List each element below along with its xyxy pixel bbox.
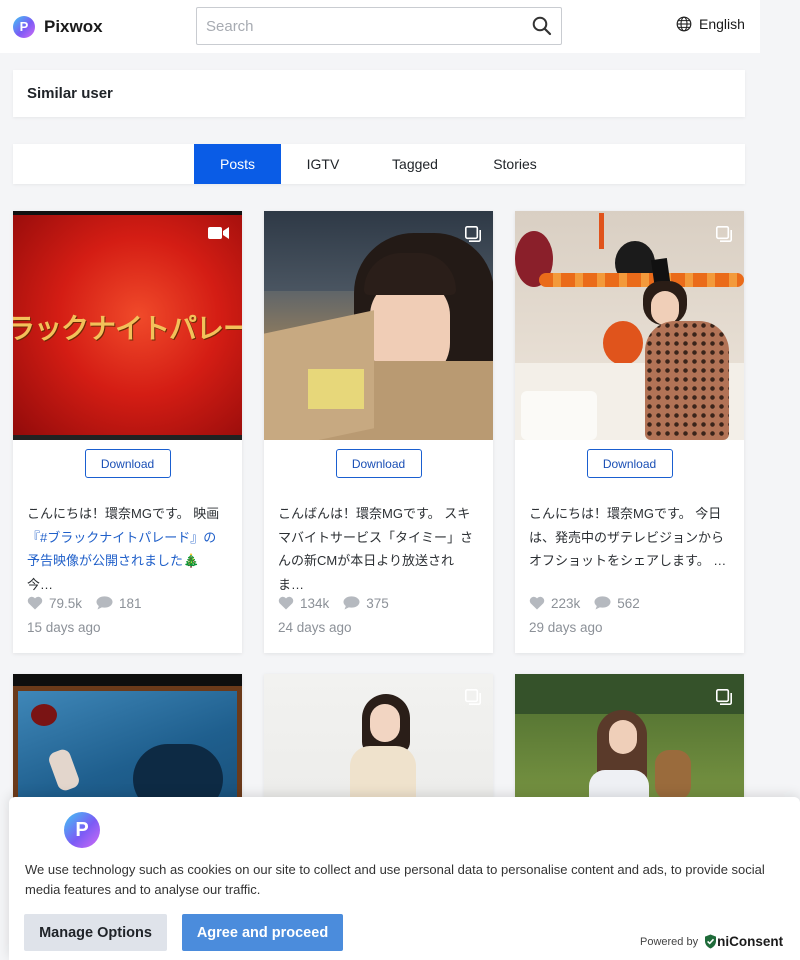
search-icon[interactable] [523, 8, 561, 44]
comment-count: 562 [617, 595, 640, 611]
tab-tagged[interactable]: Tagged [365, 144, 465, 184]
download-button[interactable]: Download [335, 449, 422, 478]
manage-options-button[interactable]: Manage Options [24, 914, 167, 951]
tab-posts[interactable]: Posts [194, 144, 281, 184]
site-logo[interactable]: P Pixwox [13, 15, 103, 38]
consent-message: We use technology such as cookies on our… [25, 862, 765, 897]
heart-icon [529, 596, 545, 610]
uniconsent-brand: niConsent [704, 934, 783, 949]
similar-user-panel[interactable]: Similar user [13, 70, 745, 117]
logo-mark-icon: P [13, 15, 35, 38]
like-count: 134k [300, 595, 330, 611]
video-camera-icon [208, 226, 230, 245]
post-caption: こんにちは！環奈MGです。 映画『#ブラックナイトパレード』の予告映像が公開され… [13, 487, 242, 592]
caption-text: こんにちは！環奈MGです。 今日は、発売中のザテレビジョンからオフショットをシェ… [529, 506, 727, 568]
comment-count: 181 [119, 595, 142, 611]
profile-tabs: Posts IGTV Tagged Stories [13, 144, 745, 184]
post-stats: 223k 562 [515, 592, 744, 614]
agree-and-proceed-button[interactable]: Agree and proceed [182, 914, 343, 951]
post-card [264, 674, 493, 814]
post-thumbnail[interactable] [515, 674, 744, 814]
download-button[interactable]: Download [84, 449, 171, 478]
top-header: P Pixwox English [0, 0, 760, 53]
post-time: 15 days ago [27, 620, 101, 635]
post-card [515, 674, 744, 814]
tab-igtv[interactable]: IGTV [281, 144, 365, 184]
post-caption: こんばんは！環奈MGです。 スキマバイトサービス「タイミー」さんの新CMが本日よ… [264, 487, 493, 592]
download-button[interactable]: Download [586, 449, 673, 478]
multi-image-icon [716, 689, 732, 710]
post-thumbnail[interactable] [264, 674, 493, 814]
caption-text: こんにちは！環奈MGです。 映画 [27, 506, 220, 521]
like-count: 223k [551, 595, 581, 611]
multi-image-icon [465, 226, 481, 247]
post-time: 29 days ago [529, 620, 603, 635]
thumbnail-title-text: ラックナイトパレー [13, 312, 242, 345]
consent-logo-icon: P [64, 812, 100, 848]
similar-user-title: Similar user [27, 85, 113, 102]
post-thumbnail[interactable] [515, 211, 744, 440]
post-card: Download こんにちは！環奈MGです。 今日は、発売中のザテレビジョンから… [515, 211, 744, 653]
post-time: 24 days ago [278, 620, 352, 635]
heart-icon [27, 596, 43, 610]
powered-by-label: Powered by [640, 935, 699, 948]
caption-text: こんばんは！環奈MGです。 スキマバイトサービス「タイミー」さんの新CMが本日よ… [278, 506, 474, 592]
heart-icon [278, 596, 294, 610]
post-card [13, 674, 242, 814]
tab-stories[interactable]: Stories [465, 144, 565, 184]
multi-image-icon [465, 689, 481, 710]
post-card: ラックナイトパレー Download こんにちは！環奈MGです。 映画『#ブラッ… [13, 211, 242, 653]
search-input[interactable] [197, 8, 523, 44]
comment-icon [343, 596, 360, 610]
comment-count: 375 [366, 595, 389, 611]
post-thumbnail[interactable] [264, 211, 493, 440]
comment-icon [594, 596, 611, 610]
language-label: English [699, 16, 745, 32]
site-name: Pixwox [44, 16, 103, 36]
language-selector[interactable]: English [676, 16, 745, 32]
like-count: 79.5k [49, 595, 83, 611]
post-thumbnail[interactable] [13, 674, 242, 814]
globe-icon [676, 16, 692, 32]
search-box [196, 7, 562, 45]
multi-image-icon [716, 226, 732, 247]
shield-check-icon [705, 934, 717, 949]
comment-icon [96, 596, 113, 610]
powered-by[interactable]: Powered by niConsent [640, 934, 783, 949]
post-thumbnail[interactable]: ラックナイトパレー [13, 211, 242, 440]
post-caption: こんにちは！環奈MGです。 今日は、発売中のザテレビジョンからオフショットをシェ… [515, 487, 744, 592]
brand-name: niConsent [717, 934, 784, 949]
post-card: Download こんばんは！環奈MGです。 スキマバイトサービス「タイミー」さ… [264, 211, 493, 653]
cookie-consent-banner: P We use technology such as cookies on o… [9, 797, 800, 960]
